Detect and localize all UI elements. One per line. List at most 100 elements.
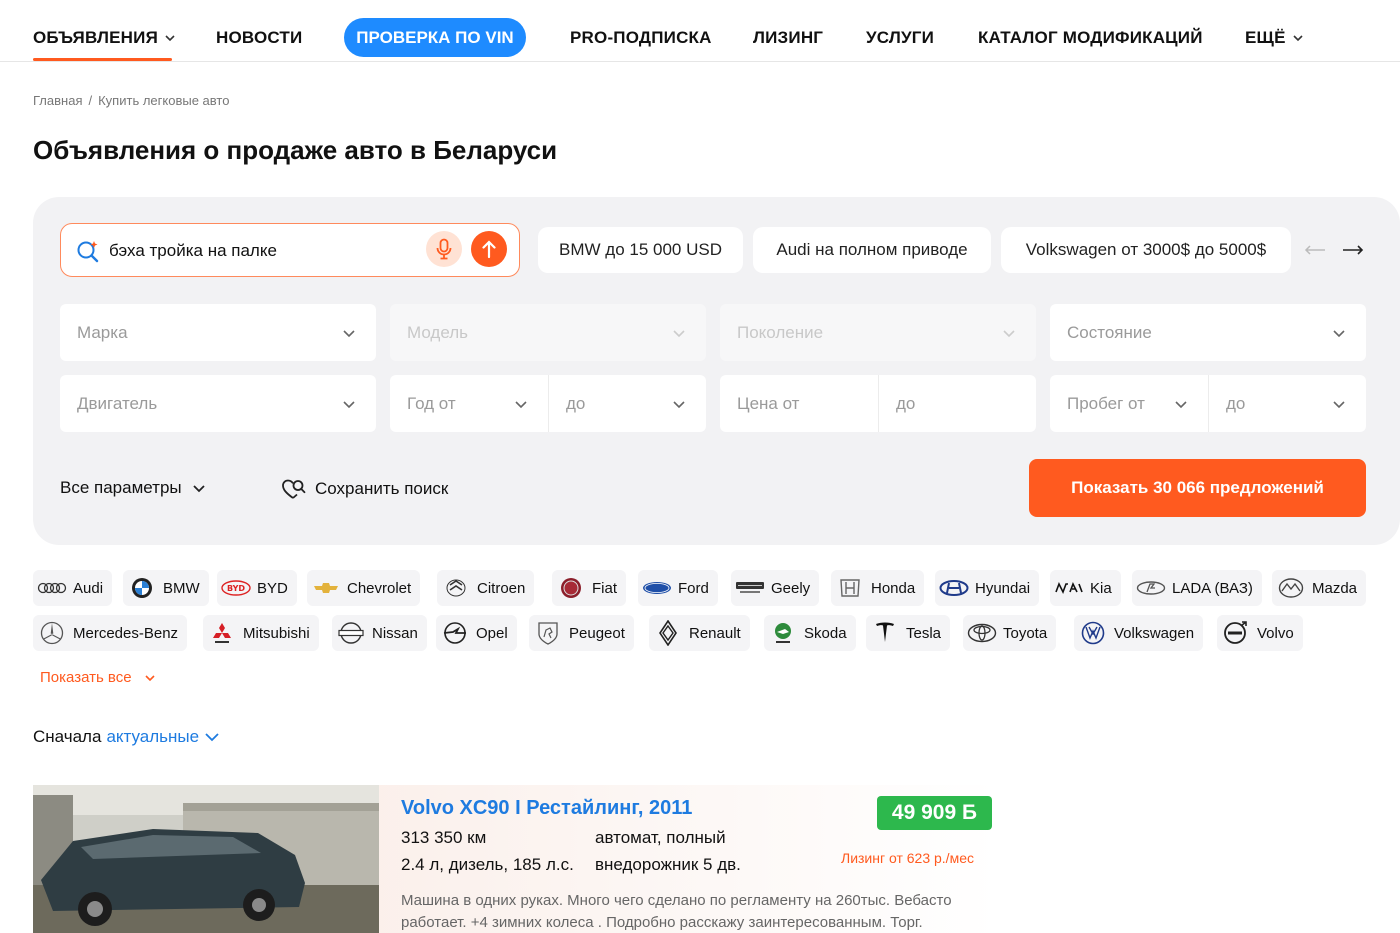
- breadcrumb-home[interactable]: Главная: [33, 93, 82, 108]
- brand-chip-peugeot[interactable]: Peugeot: [529, 615, 634, 651]
- brand-chip-byd[interactable]: BYD BYD: [217, 570, 297, 606]
- listing-title-link[interactable]: Volvo XC90 I Рестайлинг, 2011: [401, 797, 692, 820]
- brand-chip-citroen[interactable]: Citroen: [437, 570, 535, 606]
- save-search-label: Сохранить поиск: [315, 479, 449, 498]
- year-from-select[interactable]: Год от: [390, 375, 548, 432]
- brand-chip-mitsubishi[interactable]: Mitsubishi: [203, 615, 319, 651]
- nav-services[interactable]: УСЛУГИ: [866, 28, 934, 48]
- brand-chip-opel[interactable]: Opel: [436, 615, 517, 651]
- brand-chip-label: Chevrolet: [347, 579, 412, 597]
- search-input[interactable]: [109, 236, 419, 266]
- citroen-logo-icon: [441, 576, 471, 600]
- brand-chip-label: Citroen: [477, 579, 526, 597]
- chevron-down-icon: [1003, 330, 1015, 338]
- year-to-select[interactable]: до: [548, 375, 706, 432]
- brand-chip-label: BYD: [257, 579, 288, 597]
- price-from-input[interactable]: Цена от: [720, 375, 878, 432]
- all-params-button[interactable]: Все параметры: [60, 478, 206, 498]
- brand-chip-tesla[interactable]: Tesla: [866, 615, 951, 651]
- brand-chip-geely[interactable]: Geely: [731, 570, 820, 606]
- bmw-logo-icon: [127, 576, 157, 600]
- show-all-brands-link[interactable]: Показать все: [40, 669, 156, 686]
- page-title: Объявления о продаже авто в Беларуси: [33, 135, 558, 165]
- chevron-down-icon: [1293, 35, 1303, 42]
- condition-select[interactable]: Состояние: [1050, 304, 1366, 361]
- brand-chip-renault[interactable]: Renault: [649, 615, 750, 651]
- listing-leasing-link[interactable]: Лизинг от 623 р./мес: [841, 850, 974, 866]
- sort-control[interactable]: Сначала актуальные: [33, 727, 220, 747]
- nav-vin-label: ПРОВЕРКА ПО VIN: [356, 27, 514, 47]
- brand-chip-nissan[interactable]: Nissan: [332, 615, 427, 651]
- tesla-logo-icon: [870, 621, 900, 645]
- mileage-from-select[interactable]: Пробег от: [1050, 375, 1208, 432]
- sort-value[interactable]: актуальные: [106, 727, 199, 747]
- brand-chip-hyundai[interactable]: Hyundai: [935, 570, 1040, 606]
- listing-photo[interactable]: [33, 785, 379, 933]
- nav-more[interactable]: ЕЩЁ: [1245, 28, 1304, 48]
- brand-chip-label: Peugeot: [569, 624, 625, 642]
- brand-chip-label: Fiat: [592, 579, 618, 597]
- chips-prev-button[interactable]: [1302, 238, 1328, 262]
- save-search-button[interactable]: Сохранить поиск: [281, 476, 448, 502]
- brand-chip-label: Tesla: [906, 624, 942, 642]
- nav-pro[interactable]: PRO-ПОДПИСКА: [570, 28, 712, 48]
- nav-news-label: НОВОСТИ: [216, 28, 303, 47]
- brand-chip-mazda[interactable]: Mazda: [1272, 570, 1367, 606]
- engine-select-label: Двигатель: [77, 393, 158, 413]
- geely-logo-icon: [735, 576, 765, 600]
- brand-chip-label: Opel: [476, 624, 508, 642]
- peugeot-logo-icon: [533, 621, 563, 645]
- brand-chip-lada[interactable]: LADA (ВАЗ): [1132, 570, 1262, 606]
- brand-chip-skoda[interactable]: Skoda: [764, 615, 856, 651]
- nav-news[interactable]: НОВОСТИ: [216, 28, 302, 48]
- brand-chip-audi[interactable]: Audi: [33, 570, 113, 606]
- brand-chip-label: Skoda: [804, 624, 847, 642]
- price-to-input[interactable]: до: [878, 375, 1036, 432]
- listing-body: внедорожник 5 дв.: [595, 855, 741, 874]
- ford-logo-icon: [642, 576, 672, 600]
- model-select[interactable]: Модель: [390, 304, 706, 361]
- engine-select[interactable]: Двигатель: [60, 375, 376, 432]
- mileage-to-select[interactable]: до: [1208, 375, 1366, 432]
- brand-chip-ford[interactable]: Ford: [638, 570, 718, 606]
- quick-search-chip[interactable]: Volkswagen от 3000$ до 5000$: [1001, 227, 1291, 273]
- brand-chip-kia[interactable]: Kia: [1050, 570, 1121, 606]
- nav-ads[interactable]: ОБЪЯВЛЕНИЯ: [33, 28, 176, 48]
- active-tab-indicator: [33, 58, 172, 61]
- opel-logo-icon: [440, 621, 470, 645]
- mileage-to-label: до: [1226, 393, 1246, 413]
- brand-chip-mercedes[interactable]: Mercedes-Benz: [33, 615, 188, 651]
- microphone-icon: [436, 238, 452, 260]
- show-offers-button[interactable]: Показать 30 066 предложений: [1029, 459, 1366, 517]
- search-submit-button[interactable]: [471, 231, 507, 267]
- quick-search-chip[interactable]: BMW до 15 000 USD: [538, 227, 743, 273]
- brand-chip-honda[interactable]: Honda: [831, 570, 925, 606]
- nav-catalog[interactable]: КАТАЛОГ МОДИФИКАЦИЙ: [978, 28, 1203, 48]
- brand-select[interactable]: Марка: [60, 304, 376, 361]
- year-from-label: Год от: [407, 393, 456, 413]
- breadcrumb-current[interactable]: Купить легковые авто: [98, 93, 229, 108]
- arrow-up-icon: [482, 240, 496, 259]
- brand-chip-volvo[interactable]: Volvo: [1217, 615, 1303, 651]
- chevron-down-icon: [192, 485, 205, 493]
- chevron-down-icon: [343, 330, 355, 338]
- nav-ads-label: ОБЪЯВЛЕНИЯ: [33, 28, 158, 47]
- chevron-down-icon: [673, 401, 685, 409]
- arrow-left-icon: [1304, 245, 1325, 255]
- brand-chip-chevrolet[interactable]: Chevrolet: [307, 570, 421, 606]
- sort-label: Сначала: [33, 727, 102, 746]
- voice-search-button[interactable]: [426, 231, 462, 267]
- brand-chip-volkswagen[interactable]: Volkswagen: [1074, 615, 1204, 651]
- quick-search-chip[interactable]: Audi на полном приводе: [753, 227, 991, 273]
- chevron-down-icon: [673, 330, 685, 338]
- brand-chip-fiat[interactable]: Fiat: [552, 570, 627, 606]
- generation-select[interactable]: Поколение: [720, 304, 1036, 361]
- chips-next-button[interactable]: [1340, 238, 1366, 262]
- condition-select-label: Состояние: [1067, 322, 1152, 342]
- brand-chip-toyota[interactable]: Toyota: [963, 615, 1057, 651]
- nav-leasing[interactable]: ЛИЗИНГ: [753, 28, 823, 48]
- fiat-logo-icon: [556, 576, 586, 600]
- nav-vin-check[interactable]: ПРОВЕРКА ПО VIN: [344, 18, 526, 57]
- show-all-label: Показать все: [40, 669, 132, 686]
- brand-chip-bmw[interactable]: BMW: [123, 570, 209, 606]
